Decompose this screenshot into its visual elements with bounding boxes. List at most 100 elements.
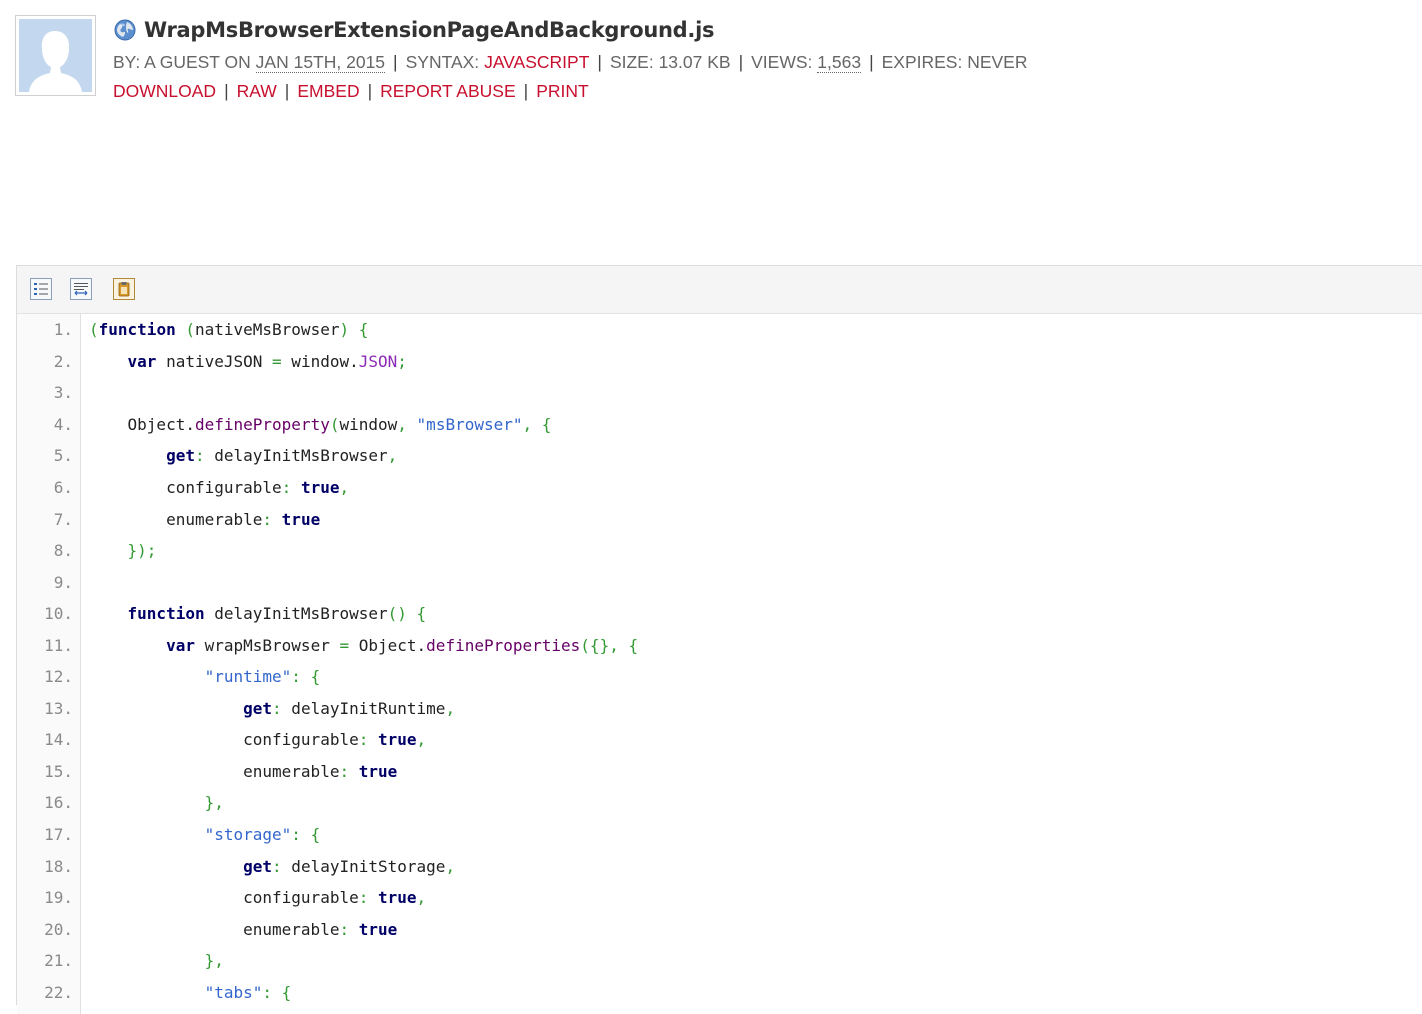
code-token: configurable bbox=[89, 888, 359, 908]
raw-link[interactable]: RAW bbox=[237, 81, 277, 101]
code-token: "runtime" bbox=[204, 667, 292, 687]
expires-value: EXPIRES: NEVER bbox=[881, 52, 1028, 72]
code-token: get bbox=[166, 446, 195, 466]
code-token: : bbox=[358, 888, 369, 908]
code-text: enumerable: true bbox=[89, 762, 397, 781]
code-token: = bbox=[272, 351, 282, 371]
line-number: 9. bbox=[53, 572, 73, 592]
paste-title: WrapMsBrowserExtensionPageAndBackground.… bbox=[144, 18, 715, 42]
code-token: , bbox=[397, 414, 407, 434]
line-number: 10. bbox=[44, 604, 73, 624]
code-token: , bbox=[339, 478, 350, 497]
code-line: 14. configurable: true, bbox=[17, 724, 1422, 756]
code-line: 10. function delayInitMsBrowser() { bbox=[17, 598, 1422, 630]
code-token: { bbox=[416, 604, 427, 624]
code-token: = bbox=[339, 635, 350, 655]
code-token: , bbox=[416, 888, 427, 908]
size-value: SIZE: 13.07 KB bbox=[609, 52, 731, 72]
code-text: configurable: true, bbox=[89, 730, 426, 749]
line-number: 5. bbox=[53, 446, 73, 466]
code-line: 22. "tabs": { bbox=[17, 976, 1422, 1008]
code-token: configurable bbox=[89, 730, 359, 750]
embed-link[interactable]: EMBED bbox=[297, 81, 359, 101]
code-line: 4. Object.defineProperty(window, "msBrow… bbox=[17, 409, 1422, 441]
code-text: "tabs": { bbox=[89, 983, 292, 1002]
code-line: 1. (function (nativeMsBrowser) { bbox=[17, 314, 1422, 346]
title-row: WrapMsBrowserExtensionPageAndBackground.… bbox=[113, 14, 1403, 46]
author-label: BY: A GUEST ON bbox=[113, 52, 251, 72]
code-text: (function (nativeMsBrowser) { bbox=[89, 320, 368, 339]
code-token: nativeJSON bbox=[156, 351, 273, 371]
code-token: configurable bbox=[89, 478, 282, 497]
code-token: : bbox=[358, 730, 369, 750]
code-token: { bbox=[628, 635, 639, 655]
line-number: 6. bbox=[53, 478, 73, 497]
line-number: 13. bbox=[44, 698, 73, 718]
avatar-silhouette bbox=[19, 19, 92, 92]
views-count: 1,563 bbox=[817, 52, 862, 73]
code-text: get: delayInitMsBrowser, bbox=[89, 446, 397, 465]
line-number: 8. bbox=[53, 541, 73, 561]
code-token: : bbox=[339, 761, 350, 781]
paste-actions: DOWNLOAD | RAW | EMBED | REPORT ABUSE | PRINT bbox=[113, 77, 1403, 105]
toggle-wrap-button[interactable] bbox=[70, 278, 92, 300]
copy-clipboard-button[interactable] bbox=[113, 278, 135, 300]
code-text: enumerable: true bbox=[89, 920, 397, 939]
copy-clipboard-icon bbox=[118, 282, 130, 297]
code-token: true bbox=[300, 478, 340, 497]
download-link[interactable]: DOWNLOAD bbox=[113, 81, 216, 101]
line-number: 16. bbox=[44, 793, 73, 813]
report-abuse-link[interactable]: REPORT ABUSE bbox=[380, 81, 516, 101]
code-text: var wrapMsBrowser = Object.definePropert… bbox=[89, 636, 638, 655]
line-number: 18. bbox=[44, 856, 73, 876]
code-text: "storage": { bbox=[89, 825, 321, 845]
line-number: 1. bbox=[53, 320, 73, 340]
code-token: true bbox=[358, 919, 398, 939]
syntax-link[interactable]: JAVASCRIPT bbox=[484, 52, 589, 72]
code-token: , bbox=[387, 446, 398, 466]
toggle-line-numbers-button[interactable] bbox=[30, 278, 52, 300]
code-text: }, bbox=[89, 793, 224, 812]
code-line: 8. }); bbox=[17, 535, 1422, 567]
code-token: { bbox=[310, 825, 321, 845]
code-token: true bbox=[281, 509, 321, 529]
code-token: enumerable bbox=[89, 919, 340, 939]
code-line: 20. enumerable: true bbox=[17, 913, 1422, 945]
code-token: defineProperty bbox=[194, 414, 330, 434]
code-token: delayInitStorage bbox=[281, 856, 446, 876]
code-token: , bbox=[445, 698, 456, 718]
code-token: delayInitMsBrowser bbox=[204, 604, 388, 624]
code-token: : bbox=[339, 919, 350, 939]
code-token: true bbox=[378, 730, 417, 750]
code-token: ; bbox=[397, 351, 407, 371]
code-token: wrapMsBrowser bbox=[194, 635, 340, 655]
paste-header: WrapMsBrowserExtensionPageAndBackground.… bbox=[113, 14, 1403, 105]
code-token: "msBrowser" bbox=[416, 414, 523, 434]
line-number: 7. bbox=[53, 509, 73, 529]
code-line: 19. configurable: true, bbox=[17, 882, 1422, 914]
line-number: 14. bbox=[44, 730, 73, 750]
code-text: get: delayInitRuntime, bbox=[89, 699, 455, 718]
code-line: 5. get: delayInitMsBrowser, bbox=[17, 440, 1422, 472]
separator: | bbox=[367, 81, 373, 101]
code-text: function delayInitMsBrowser() { bbox=[89, 604, 427, 624]
code-line: 9. bbox=[17, 566, 1422, 598]
code-token: ( bbox=[89, 320, 99, 340]
toggle-line-numbers-icon bbox=[34, 283, 48, 295]
code-token: function bbox=[98, 320, 176, 340]
print-link[interactable]: PRINT bbox=[536, 81, 589, 101]
code-token: }); bbox=[127, 541, 157, 561]
line-number: 19. bbox=[44, 888, 73, 908]
guest-avatar bbox=[15, 15, 96, 96]
